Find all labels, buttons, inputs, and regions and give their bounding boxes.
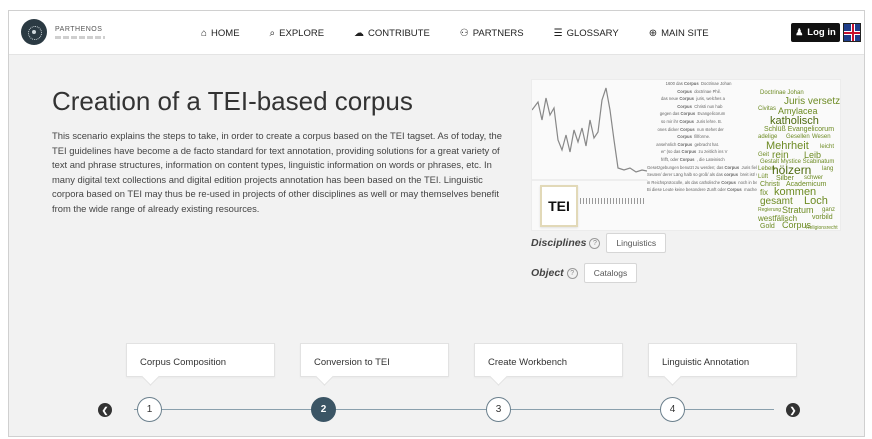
scenario-description: This scenario explains the steps to take… [52,130,502,214]
object-label: Object [531,267,564,279]
logo-name: PARTHENOS [55,25,103,33]
concordance-illustration: 1600 das Corpus Doctrinae Johan Corpus d… [647,81,757,193]
site-header: PARTHENOS ⌂ HOME ⌕ EXPLORE ☁ CONTRIBUTE … [9,11,864,55]
frequency-graph-illustration [532,87,647,181]
uk-flag-icon[interactable] [843,23,861,42]
step-circle-2[interactable]: 2 [311,397,336,422]
nav-home[interactable]: ⌂ HOME [201,28,240,39]
nav-main-site[interactable]: ⊕ MAIN SITE [649,28,709,39]
word-cloud-illustration: Doctrinae Johan Juris versetzen Civitas … [758,90,841,231]
main-nav: ⌂ HOME ⌕ EXPLORE ☁ CONTRIBUTE ⚇ PARTNERS… [201,11,739,55]
step-label: Create Workbench [488,357,568,368]
scenario-hero-image: TEI 1600 das Corpus Doctrinae Johan Corp… [531,79,841,231]
login-button[interactable]: ♟ Log in [791,23,840,42]
discipline-tag[interactable]: Linguistics [606,233,667,253]
object-row: Object ? Catalogs [531,263,638,283]
home-icon: ⌂ [201,27,208,39]
user-icon: ♟ [795,27,804,37]
step-circle-3[interactable]: 3 [486,397,511,422]
nav-glossary[interactable]: ☰ GLOSSARY [554,28,619,39]
nav-explore-label: EXPLORE [279,27,325,39]
login-label: Log in [807,27,836,38]
step-label: Corpus Composition [140,357,227,368]
step-card-create-workbench[interactable]: Create Workbench [474,343,623,377]
search-icon: ⌕ [269,27,276,39]
step-label: Conversion to TEI [314,357,390,368]
step-card-linguistic-annotation[interactable]: Linguistic Annotation [648,343,797,377]
nav-contribute[interactable]: ☁ CONTRIBUTE [354,28,430,39]
object-tag[interactable]: Catalogs [583,263,638,283]
next-arrow-icon[interactable]: ❯ [786,403,800,417]
list-icon: ☰ [553,27,563,39]
nav-main-site-label: MAIN SITE [661,27,709,39]
step-card-conversion-to-tei[interactable]: Conversion to TEI [300,343,449,377]
nav-explore[interactable]: ⌕ EXPLORE [270,28,325,39]
help-icon[interactable]: ? [589,237,601,249]
nav-glossary-label: GLOSSARY [566,27,619,39]
nav-partners-label: PARTNERS [472,27,524,39]
disciplines-row: Disciplines ? Linguistics [531,233,667,253]
users-icon: ⚇ [459,27,469,39]
logo-tagline [55,35,105,39]
step-label: Linguistic Annotation [662,357,750,368]
dashed-rule [580,198,646,204]
step-circle-1[interactable]: 1 [137,397,162,422]
tei-logo: TEI [540,185,578,227]
prev-arrow-icon[interactable]: ❮ [98,403,112,417]
cloud-upload-icon: ☁ [354,27,365,39]
nav-home-label: HOME [211,27,240,39]
step-card-corpus-composition[interactable]: Corpus Composition [126,343,275,377]
disciplines-label: Disciplines [531,237,587,249]
logo-mark-icon [21,19,47,45]
nav-contribute-label: CONTRIBUTE [368,27,430,39]
help-icon[interactable]: ? [566,267,578,279]
parthenos-logo[interactable]: PARTHENOS [21,19,105,45]
nav-partners[interactable]: ⚇ PARTNERS [460,28,524,39]
globe-icon: ⊕ [648,27,658,39]
step-circle-4[interactable]: 4 [660,397,685,422]
browser-viewport: PARTHENOS ⌂ HOME ⌕ EXPLORE ☁ CONTRIBUTE … [8,10,865,437]
page-title: Creation of a TEI-based corpus [52,86,413,116]
